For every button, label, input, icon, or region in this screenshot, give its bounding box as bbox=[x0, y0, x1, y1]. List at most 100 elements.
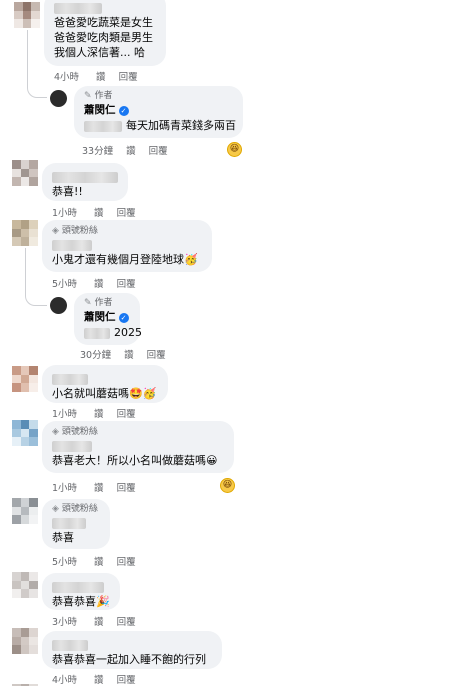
reply-button[interactable]: 回覆 bbox=[149, 143, 168, 157]
comment-time[interactable]: 30分鐘 bbox=[80, 347, 111, 361]
commenter-name[interactable] bbox=[52, 639, 88, 651]
author-role: 作者 bbox=[94, 298, 113, 308]
pencil-icon: ✎ bbox=[84, 91, 92, 101]
like-button[interactable]: 讚 bbox=[94, 276, 104, 290]
reply-button[interactable]: 回覆 bbox=[117, 480, 136, 494]
author-name-text: 蕭閔仁 bbox=[84, 311, 116, 323]
reply-text: 2025 bbox=[114, 326, 142, 339]
reply-text: 每天加碼青菜錢多兩百 bbox=[126, 119, 236, 132]
like-button[interactable]: 讚 bbox=[94, 205, 104, 219]
avatar[interactable] bbox=[12, 684, 38, 690]
author-role: 作者 bbox=[94, 91, 113, 101]
comment-bubble: ◈ 頭號粉絲 恭喜 bbox=[42, 499, 110, 549]
like-button[interactable]: 讚 bbox=[96, 69, 106, 83]
diamond-icon: ◈ bbox=[52, 504, 59, 514]
reply-button[interactable]: 回覆 bbox=[117, 406, 136, 420]
laughing-emoji-icon[interactable]: 😆 bbox=[227, 142, 242, 157]
reply-button[interactable]: 回覆 bbox=[117, 205, 136, 219]
comment-text: 恭喜老大！所以小名叫做蘑菇嗎😀 bbox=[52, 454, 218, 467]
comment-time[interactable]: 1小時 bbox=[52, 205, 77, 219]
comment-text: 爸爸愛吃肉類是男生 bbox=[54, 31, 153, 44]
like-button[interactable]: 讚 bbox=[124, 347, 134, 361]
verified-check-icon: ✓ bbox=[118, 105, 129, 116]
comment-text: 恭喜 bbox=[52, 531, 74, 544]
reply-button[interactable]: 回覆 bbox=[117, 614, 136, 628]
avatar[interactable] bbox=[12, 572, 38, 598]
comment-actions: 33分鐘 讚 回覆 bbox=[82, 143, 168, 157]
author-avatar[interactable] bbox=[50, 90, 67, 107]
avatar[interactable] bbox=[12, 366, 38, 392]
like-button[interactable]: 讚 bbox=[94, 406, 104, 420]
reply-button[interactable]: 回覆 bbox=[147, 347, 166, 361]
comment-bubble: 爸爸愛吃蔬菜是女生 爸爸愛吃肉類是男生 我個人深信著... 哈 bbox=[44, 0, 166, 66]
comment-time[interactable]: 5小時 bbox=[52, 276, 77, 290]
like-button[interactable]: 讚 bbox=[94, 672, 104, 686]
reply-button[interactable]: 回覆 bbox=[117, 276, 136, 290]
avatar[interactable] bbox=[12, 160, 38, 186]
comment-bubble: 恭喜!! bbox=[42, 163, 128, 201]
reply-connector bbox=[25, 248, 47, 306]
commenter-name[interactable] bbox=[52, 440, 92, 452]
comment-actions: 5小時 讚 回覆 bbox=[52, 276, 136, 290]
comment-actions: 3小時 讚 回覆 bbox=[52, 614, 136, 628]
commenter-name[interactable] bbox=[54, 2, 102, 14]
like-button[interactable]: 讚 bbox=[94, 614, 104, 628]
pencil-icon: ✎ bbox=[84, 298, 92, 308]
comment-actions: 4小時 讚 回覆 bbox=[52, 672, 136, 686]
comment-bubble: ◈ 頭號粉絲 恭喜老大！所以小名叫做蘑菇嗎😀 bbox=[42, 421, 234, 473]
fan-badge: 頭號粉絲 bbox=[61, 427, 98, 437]
comment-actions: 1小時 讚 回覆 bbox=[52, 406, 136, 420]
avatar[interactable] bbox=[14, 2, 40, 28]
reply-text-line: 2025 bbox=[84, 325, 142, 340]
author-avatar[interactable] bbox=[50, 297, 67, 314]
diamond-icon: ◈ bbox=[52, 427, 59, 437]
comment-time[interactable]: 1小時 bbox=[52, 480, 77, 494]
comment-text: 小鬼才還有幾個月登陸地球🥳 bbox=[52, 253, 198, 266]
reply-bubble: ✎ 作者 蕭閔仁 ✓ 2025 bbox=[74, 293, 142, 345]
mentioned-name[interactable] bbox=[84, 327, 110, 339]
mentioned-name[interactable] bbox=[84, 120, 122, 132]
comment-bubble: 恭喜恭喜一起加入睡不飽的行列 bbox=[42, 631, 222, 669]
like-button[interactable]: 讚 bbox=[94, 554, 104, 568]
comment-thread: 爸爸愛吃蔬菜是女生 爸爸愛吃肉類是男生 我個人深信著... 哈 4小時 讚 回覆… bbox=[0, 0, 452, 690]
comment-bubble: 小名就叫蘑菇嗎🤩🥳 bbox=[42, 365, 168, 403]
comment-actions: 1小時 讚 回覆 bbox=[52, 480, 136, 494]
laughing-emoji-icon[interactable]: 😆 bbox=[220, 478, 235, 493]
diamond-icon: ◈ bbox=[52, 226, 59, 236]
commenter-name[interactable] bbox=[52, 517, 86, 529]
fan-badge: 頭號粉絲 bbox=[61, 226, 98, 236]
author-name[interactable]: 蕭閔仁 ✓ bbox=[84, 310, 129, 325]
author-name[interactable]: 蕭閔仁 ✓ bbox=[84, 103, 129, 118]
comment-time[interactable]: 4小時 bbox=[54, 69, 79, 83]
reply-button[interactable]: 回覆 bbox=[117, 554, 136, 568]
comment-time[interactable]: 33分鐘 bbox=[82, 143, 113, 157]
comment-bubble: 恭喜恭喜🎉 bbox=[42, 573, 120, 610]
avatar[interactable] bbox=[12, 498, 38, 524]
comment-time[interactable]: 4小時 bbox=[52, 672, 77, 686]
reply-bubble: ✎ 作者 蕭閔仁 ✓ 每天加碼青菜錢多兩百 bbox=[74, 86, 243, 138]
avatar[interactable] bbox=[12, 220, 38, 246]
avatar[interactable] bbox=[12, 628, 38, 654]
like-button[interactable]: 讚 bbox=[126, 143, 136, 157]
comment-bubble: ◈ 頭號粉絲 小鬼才還有幾個月登陸地球🥳 bbox=[42, 220, 212, 272]
comment-time[interactable]: 5小時 bbox=[52, 554, 77, 568]
reply-text-line: 每天加碼青菜錢多兩百 bbox=[84, 118, 236, 133]
reply-button[interactable]: 回覆 bbox=[119, 69, 138, 83]
comment-text: 小名就叫蘑菇嗎🤩🥳 bbox=[52, 387, 157, 400]
avatar[interactable] bbox=[12, 420, 38, 446]
commenter-name[interactable] bbox=[52, 581, 104, 593]
commenter-name[interactable] bbox=[52, 239, 92, 251]
verified-check-icon: ✓ bbox=[118, 312, 129, 323]
comment-time[interactable]: 3小時 bbox=[52, 614, 77, 628]
comment-actions: 4小時 讚 回覆 bbox=[54, 69, 138, 83]
author-name-text: 蕭閔仁 bbox=[84, 104, 116, 116]
comment-text: 我個人深信著... 哈 bbox=[54, 46, 145, 59]
like-button[interactable]: 讚 bbox=[94, 480, 104, 494]
reply-button[interactable]: 回覆 bbox=[117, 672, 136, 686]
comment-actions: 30分鐘 讚 回覆 bbox=[80, 347, 166, 361]
commenter-name[interactable] bbox=[52, 171, 118, 183]
comment-text: 恭喜恭喜一起加入睡不飽的行列 bbox=[52, 653, 206, 666]
comment-time[interactable]: 1小時 bbox=[52, 406, 77, 420]
commenter-name[interactable] bbox=[52, 373, 88, 385]
comment-actions: 1小時 讚 回覆 bbox=[52, 205, 136, 219]
